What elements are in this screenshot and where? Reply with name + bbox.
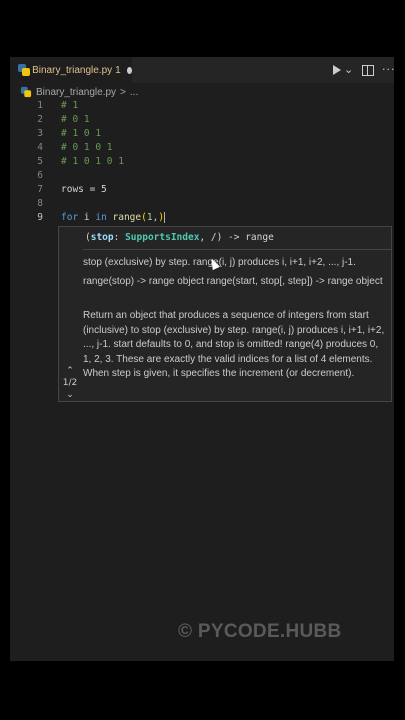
- variable-i: i: [78, 212, 96, 223]
- doc-paragraph-2: range(stop) -> range object range(start,…: [83, 276, 383, 287]
- code-line: 2 # 0 1: [10, 113, 394, 127]
- tab-bar: Binary_triangle.py 1 ⌄ ···: [10, 57, 394, 83]
- function-range: range: [106, 212, 142, 223]
- code-text: for i in range(1,): [61, 211, 166, 225]
- code-line: 7 rows = 5: [10, 183, 394, 197]
- code-line: 1 # 1: [10, 99, 394, 113]
- tab-binary-triangle[interactable]: Binary_triangle.py 1: [10, 57, 132, 83]
- python-file-icon: [18, 64, 30, 76]
- split-editor-icon[interactable]: [362, 65, 374, 76]
- line-number: 6: [37, 170, 43, 181]
- line-number: 2: [37, 114, 43, 125]
- more-actions-icon[interactable]: ···: [382, 64, 394, 76]
- keyword-in: in: [95, 212, 107, 223]
- line-number: 3: [37, 128, 43, 139]
- sig-param: stop: [90, 232, 114, 243]
- tab-problem-count: 1: [115, 64, 121, 76]
- popup-divider: [83, 249, 391, 250]
- signature-help-popup: (stop: SupportsIndex, /) -> range stop (…: [58, 226, 392, 402]
- line-number: 4: [37, 142, 43, 153]
- watermark: © PYCODE.HUBB: [178, 621, 342, 642]
- unsaved-dot-icon[interactable]: [126, 66, 132, 74]
- code-line-active: 9 for i in range(1,): [10, 211, 394, 225]
- keyword-for: for: [61, 212, 79, 223]
- line-number: 1: [37, 100, 43, 111]
- line-number: 5: [37, 156, 43, 167]
- code-text: rows = 5: [61, 184, 107, 195]
- code-line: 4 # 0 1 0 1: [10, 141, 394, 155]
- code-text: # 0 1: [61, 114, 90, 125]
- code-editor: Binary_triangle.py 1 ⌄ ··· Binary_triang…: [10, 57, 394, 661]
- code-text: # 0 1 0 1: [61, 142, 113, 153]
- python-file-icon: [20, 86, 32, 98]
- overload-navigator: ⌃ 1/2 ⌄: [59, 365, 81, 401]
- code-line: 8: [10, 197, 394, 211]
- text-cursor: [164, 212, 166, 223]
- range-argument: 1,: [146, 212, 159, 223]
- line-number: 8: [37, 198, 43, 209]
- next-overload-icon[interactable]: ⌄: [59, 389, 81, 401]
- line-number: 9: [37, 212, 43, 223]
- sig-colon: :: [113, 232, 126, 243]
- code-text: # 1 0 1 0 1: [61, 156, 124, 167]
- doc-paragraph-3: Return an object that produces a sequenc…: [83, 310, 385, 379]
- code-text: # 1 0 1: [61, 128, 102, 139]
- tab-label: Binary_triangle.py: [32, 64, 113, 76]
- doc-paragraph-1: stop (exclusive) by step. range(i, j) pr…: [83, 257, 356, 268]
- overload-counter: 1/2: [62, 378, 78, 388]
- code-text: # 1: [61, 100, 79, 111]
- sig-rest: , /) -> range: [199, 232, 274, 243]
- code-line: 6: [10, 169, 394, 183]
- run-options-chevron-icon[interactable]: ⌄: [344, 64, 353, 76]
- sig-type: SupportsIndex: [125, 232, 200, 243]
- breadcrumb-symbol[interactable]: ...: [130, 87, 138, 98]
- code-line: 5 # 1 0 1 0 1: [10, 155, 394, 169]
- previous-overload-icon[interactable]: ⌃: [59, 365, 81, 377]
- run-icon[interactable]: [333, 65, 341, 75]
- code-line: 3 # 1 0 1: [10, 127, 394, 141]
- breadcrumb-file[interactable]: Binary_triangle.py: [36, 87, 116, 98]
- line-number: 7: [37, 184, 43, 195]
- signature: (stop: SupportsIndex, /) -> range: [85, 232, 274, 243]
- breadcrumb-separator-icon: >: [120, 86, 126, 98]
